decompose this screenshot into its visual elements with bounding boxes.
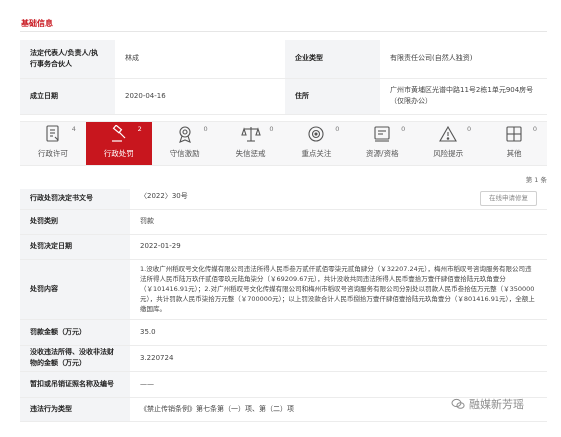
tab-admin-license[interactable]: 4 行政许可 bbox=[20, 122, 86, 165]
tab-count: 4 bbox=[71, 125, 76, 133]
fine-label: 罚款金额（万元） bbox=[20, 319, 130, 346]
tab-label: 行政许可 bbox=[37, 149, 68, 158]
online-repair-button[interactable]: 在线申请修复 bbox=[480, 191, 537, 207]
detail-row: 处罚内容 1.没收广州稻叹号文化传媒有限公司违法所得人民币叁万贰仟贰佰零柒元贰角… bbox=[20, 259, 547, 320]
fine-value: 35.0 bbox=[130, 319, 547, 346]
section-divider bbox=[20, 31, 547, 32]
tab-dishonesty-penalty[interactable]: 0 失信惩戒 bbox=[218, 122, 284, 165]
tab-other[interactable]: 0 其他 bbox=[481, 122, 547, 165]
tab-count: 0 bbox=[203, 125, 208, 133]
date-value: 2022-01-29 bbox=[130, 234, 547, 260]
tab-label: 其他 bbox=[506, 149, 522, 158]
detail-row: 罚款金额（万元） 35.0 bbox=[20, 319, 547, 346]
tab-count: 0 bbox=[532, 125, 537, 133]
founded-value: 2020-04-16 bbox=[115, 78, 285, 115]
doc-no-label: 行政处罚决定书文号 bbox=[20, 189, 130, 210]
document-icon bbox=[46, 125, 59, 142]
scale-icon bbox=[240, 127, 261, 142]
tab-label: 重点关注 bbox=[301, 149, 332, 158]
warning-icon bbox=[439, 125, 458, 142]
detail-row: 处罚类别 罚款 bbox=[20, 209, 547, 235]
confiscate-value: 3.220724 bbox=[130, 345, 547, 372]
tab-label: 守信激励 bbox=[169, 149, 200, 158]
tab-admin-penalty[interactable]: 2 行政处罚 bbox=[85, 122, 152, 165]
penalty-detail-table: 行政处罚决定书文号 〈2022〉30号 在线申请修复 处罚类别 罚款 处罚决定日期… bbox=[20, 189, 547, 422]
grid-icon bbox=[506, 126, 522, 142]
tab-count: 0 bbox=[269, 125, 274, 133]
tab-count: 0 bbox=[466, 125, 472, 133]
legal-rep-label: 法定代表人/负责人/执行事务合伙人 bbox=[20, 40, 115, 79]
info-row: 法定代表人/负责人/执行事务合伙人 林成 企业类型 有限责任公司(自然人独资) bbox=[20, 40, 547, 79]
tab-key-attention[interactable]: 0 重点关注 bbox=[284, 122, 350, 165]
category-label: 处罚类别 bbox=[20, 209, 130, 235]
date-label: 处罚决定日期 bbox=[20, 234, 130, 260]
category-value: 罚款 bbox=[130, 209, 547, 235]
company-type-value: 有限责任公司(自然人独资) bbox=[380, 40, 547, 79]
tab-label: 行政处罚 bbox=[103, 149, 134, 158]
confiscate-label: 没收违法所得、没收非法财物的金额（万元） bbox=[20, 345, 130, 372]
tab-label: 失信惩戒 bbox=[235, 149, 266, 158]
violation-label: 违法行为类型 bbox=[20, 397, 130, 422]
company-type-label: 企业类型 bbox=[285, 40, 380, 79]
detail-row: 处罚决定日期 2022-01-29 bbox=[20, 234, 547, 260]
detail-row: 没收违法所得、没收非法财物的金额（万元） 3.220724 bbox=[20, 345, 547, 372]
target-icon bbox=[308, 126, 324, 142]
license-label: 暂扣或吊销证照名称及编号 bbox=[20, 371, 130, 398]
doc-no-value: 〈2022〉30号 bbox=[140, 192, 188, 201]
watermark: 融媒新芳瑶 bbox=[451, 396, 524, 412]
tab-count: 0 bbox=[401, 125, 406, 133]
info-row: 成立日期 2020-04-16 住所 广州市黄埔区光谱中路11号2栋1单元904… bbox=[20, 78, 547, 115]
basic-info-table: 法定代表人/负责人/执行事务合伙人 林成 企业类型 有限责任公司(自然人独资) … bbox=[20, 40, 547, 115]
content-value: 1.没收广州稻叹号文化传媒有限公司违法所得人民币叁万贰仟贰佰零柒元贰角肆分（￥3… bbox=[130, 259, 547, 320]
certificate-icon bbox=[374, 126, 390, 142]
record-count: 第 1 条 bbox=[525, 176, 547, 184]
content-label: 处罚内容 bbox=[20, 259, 130, 320]
section-title: 基础信息 bbox=[21, 19, 53, 28]
record-tabs: 4 行政许可 2 行政处罚 0 守信激励 0 失信惩戒 0 重点关注 0 资源/… bbox=[20, 121, 547, 166]
legal-rep-value: 林成 bbox=[115, 40, 285, 79]
detail-row: 行政处罚决定书文号 〈2022〉30号 在线申请修复 bbox=[20, 189, 547, 210]
license-value: —— bbox=[130, 371, 547, 398]
founded-label: 成立日期 bbox=[20, 78, 115, 115]
tab-count: 0 bbox=[335, 125, 340, 133]
medal-icon bbox=[178, 126, 191, 143]
tab-credit-incentive[interactable]: 0 守信激励 bbox=[152, 122, 218, 165]
watermark-text: 融媒新芳瑶 bbox=[469, 398, 524, 411]
tab-resources-qualifications[interactable]: 0 资源/资格 bbox=[349, 122, 415, 165]
tab-label: 风险提示 bbox=[433, 149, 464, 158]
tab-count: 2 bbox=[137, 125, 142, 133]
address-value: 广州市黄埔区光谱中路11号2栋1单元904房号（仅限办公） bbox=[380, 78, 547, 115]
tab-label: 资源/资格 bbox=[366, 149, 399, 158]
detail-row: 暂扣或吊销证照名称及编号 —— bbox=[20, 371, 547, 398]
wechat-icon bbox=[451, 398, 465, 409]
gavel-icon bbox=[111, 125, 126, 142]
address-label: 住所 bbox=[285, 78, 380, 115]
tab-risk-warning[interactable]: 0 风险提示 bbox=[415, 122, 481, 165]
